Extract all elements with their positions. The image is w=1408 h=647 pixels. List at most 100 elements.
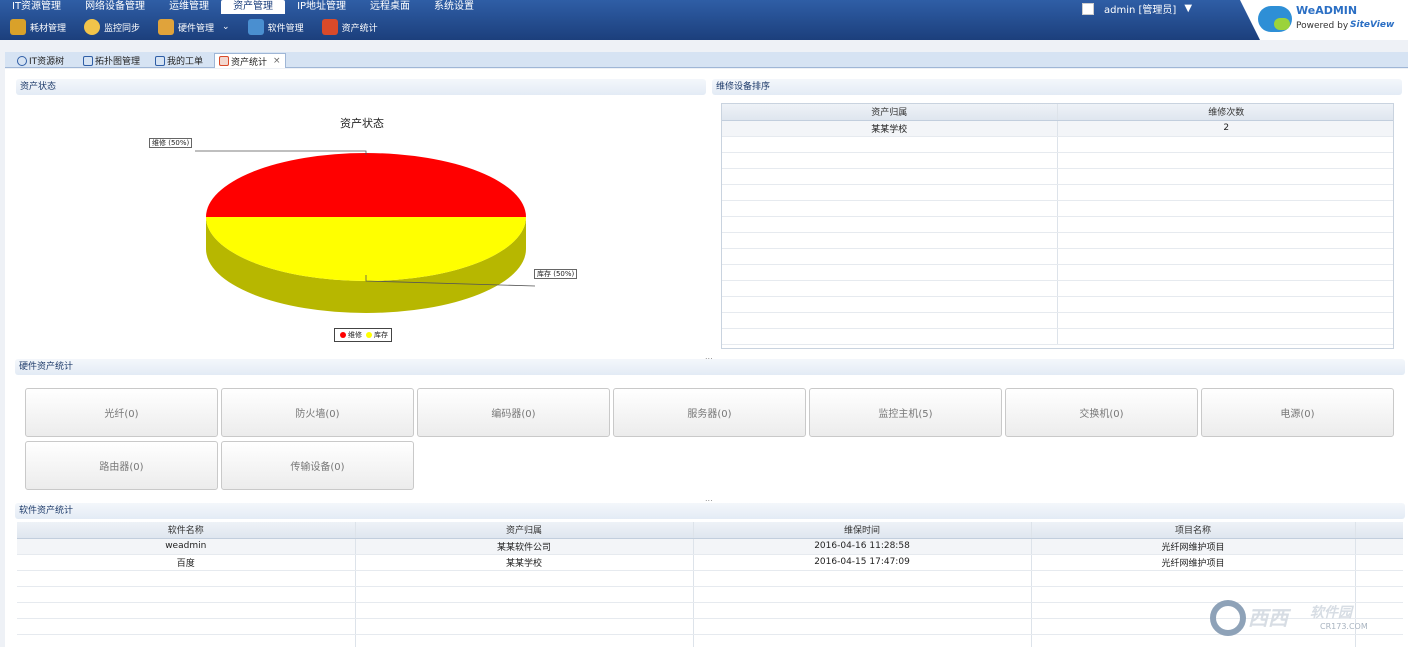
table-cell-empty: [17, 634, 355, 647]
cell-filler: [1354, 554, 1403, 571]
subnav-monitor-sync[interactable]: 监控同步: [84, 19, 140, 35]
table-cell-empty: [722, 168, 1057, 185]
software-panel-title: 软件资产统计: [15, 503, 1405, 519]
subnav-hardware[interactable]: 硬件管理 ⌄: [158, 19, 230, 35]
table-cell-empty: [354, 618, 693, 635]
nav-ip-address[interactable]: IP地址管理: [285, 0, 358, 14]
column-header[interactable]: 软件名称: [17, 522, 355, 539]
table-row[interactable]: weadmin 某某软件公司 2016-04-16 11:28:58 光纤网维护…: [17, 538, 1403, 555]
tab-label: 资产统计: [231, 57, 268, 68]
table-cell-empty: [692, 570, 1031, 587]
subnav-consumables[interactable]: 耗材管理: [10, 19, 66, 35]
column-header[interactable]: 资产归属: [354, 522, 693, 539]
nav-it-resource[interactable]: IT资源管理: [0, 0, 73, 14]
tab-label: 拓扑图管理: [95, 57, 141, 67]
table-row-empty: [722, 328, 1393, 345]
table-row[interactable]: 百度 某某学校 2016-04-15 17:47:09 光纤网维护项目: [17, 554, 1403, 571]
cell-repair-count: 2: [1056, 120, 1393, 137]
column-header[interactable]: 维保时间: [692, 522, 1031, 539]
main-content: 资产状态 资产状态 维修 (50%) 库存 (50%) 维修 库存 维修设备排序…: [5, 69, 1408, 647]
watermark-logo-icon: [1210, 600, 1246, 636]
software-table: 软件名称 资产归属 维保时间 项目名称 weadmin 某某软件公司 2016-…: [17, 522, 1403, 647]
legend-dot-repair: [340, 332, 346, 338]
cell-project-name: 光纤网维护项目: [1030, 554, 1355, 571]
table-cell-empty: [692, 634, 1031, 647]
table-cell-empty: [17, 570, 355, 587]
subnav-software[interactable]: 软件管理: [247, 19, 304, 35]
table-cell-empty: [722, 312, 1057, 329]
table-cell-empty: [722, 296, 1057, 313]
table-cell-empty: [1056, 328, 1393, 345]
sync-icon: [84, 19, 101, 35]
nav-system-settings[interactable]: 系统设置: [422, 0, 486, 14]
hardware-monitor-host-button[interactable]: 监控主机(5): [809, 388, 1002, 437]
table-cell-empty: [1030, 570, 1355, 587]
hardware-server-button[interactable]: 服务器(0): [613, 388, 806, 437]
table-row[interactable]: 某某学校 2: [722, 120, 1393, 137]
user-menu[interactable]: admin [管理员] ▼: [1082, 1, 1192, 16]
statistics-icon: [219, 56, 229, 66]
hardware-power-button[interactable]: 电源(0): [1201, 388, 1394, 437]
tab-topology[interactable]: 拓扑图管理: [79, 53, 144, 68]
repair-ranking-panel-title: 维修设备排序: [712, 79, 1402, 95]
repair-ranking-table: 资产归属 维修次数 某某学校 2: [721, 103, 1394, 349]
table-cell-empty: [1056, 312, 1393, 329]
callout-repair: 维修 (50%): [149, 138, 193, 148]
table-cell-empty: [1056, 248, 1393, 265]
ticket-icon: [155, 55, 165, 66]
nav-network-device[interactable]: 网络设备管理: [73, 0, 157, 14]
hardware-firewall-button[interactable]: 防火墙(0): [221, 388, 414, 437]
table-cell-empty: [1354, 570, 1403, 587]
table-cell-empty: [722, 216, 1057, 233]
pie-slice-0[interactable]: [206, 153, 526, 217]
table-cell-empty: [17, 602, 355, 619]
nav-remote-desktop[interactable]: 远程桌面: [358, 0, 422, 14]
table-row-empty: [722, 232, 1393, 249]
nav-operations[interactable]: 运维管理: [157, 0, 221, 14]
hardware-switch-button[interactable]: 交换机(0): [1005, 388, 1198, 437]
site-watermark: 西西 软件园 CR173.COM: [1210, 600, 1390, 638]
table-cell-empty: [692, 602, 1031, 619]
tab-label: 我的工单: [167, 57, 204, 67]
column-header[interactable]: 资产归属: [722, 104, 1057, 121]
table-cell-empty: [1056, 280, 1393, 297]
table-row-empty: [722, 248, 1393, 265]
brand-name: WeADMIN: [1296, 4, 1358, 17]
legend-label-repair: 维修: [348, 331, 362, 339]
tab-asset-statistics[interactable]: 资产统计 ×: [214, 53, 286, 68]
main-nav: IT资源管理 网络设备管理 运维管理 资产管理 IP地址管理 远程桌面 系统设置: [0, 0, 486, 14]
cell-warranty-time: 2016-04-16 11:28:58: [692, 538, 1031, 555]
brand-logo: WeADMIN Powered by SiteView: [1240, 0, 1408, 40]
chevron-down-icon[interactable]: ⌄: [222, 22, 230, 32]
callout-stock: 库存 (50%): [534, 269, 578, 279]
hardware-fiber-button[interactable]: 光纤(0): [25, 388, 218, 437]
hardware-transmission-button[interactable]: 传输设备(0): [221, 441, 414, 490]
tab-it-resource-tree[interactable]: IT资源树: [13, 53, 68, 68]
tab-label: IT资源树: [29, 57, 65, 67]
hardware-icon: [158, 19, 175, 35]
watermark-domain: CR173.COM: [1320, 622, 1368, 631]
table-cell-empty: [354, 634, 693, 647]
table-cell-empty: [17, 586, 355, 603]
table-cell-empty: [722, 248, 1057, 265]
cloud-icon: [1258, 6, 1292, 32]
splitter-handle[interactable]: ...: [705, 494, 713, 503]
table-cell-empty: [722, 328, 1057, 345]
table-cell-empty: [692, 618, 1031, 635]
close-icon[interactable]: ×: [273, 56, 281, 66]
nav-asset-management[interactable]: 资产管理: [221, 0, 286, 14]
column-header[interactable]: 维修次数: [1056, 104, 1393, 121]
top-bar: IT资源管理 网络设备管理 运维管理 资产管理 IP地址管理 远程桌面 系统设置…: [0, 0, 1408, 40]
table-row-empty: [722, 296, 1393, 313]
column-header-filler: [1354, 522, 1403, 539]
subnav-statistics[interactable]: 资产统计: [321, 19, 378, 35]
cell-warranty-time: 2016-04-15 17:47:09: [692, 554, 1031, 571]
column-header[interactable]: 项目名称: [1030, 522, 1355, 539]
tab-my-tickets[interactable]: 我的工单: [151, 53, 207, 68]
asset-status-panel-title: 资产状态: [16, 79, 706, 95]
subnav-label: 耗材管理: [30, 23, 67, 34]
table-cell-empty: [1056, 232, 1393, 249]
hardware-encoder-button[interactable]: 编码器(0): [417, 388, 610, 437]
table-row-empty: [722, 216, 1393, 233]
hardware-router-button[interactable]: 路由器(0): [25, 441, 218, 490]
